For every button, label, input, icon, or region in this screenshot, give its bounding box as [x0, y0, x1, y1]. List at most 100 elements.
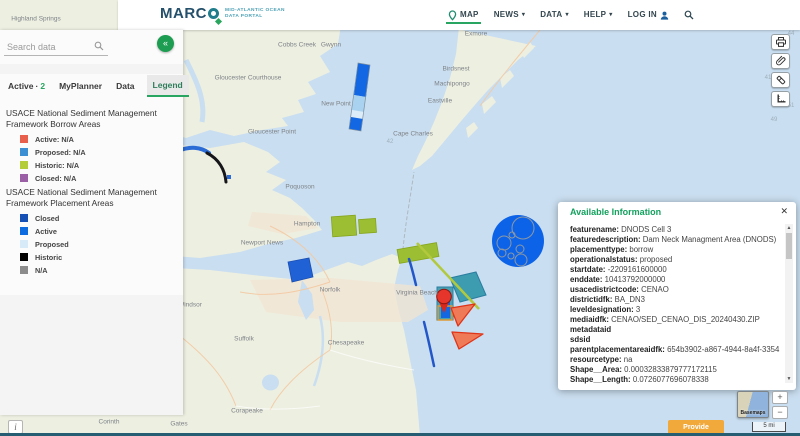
- chevron-down-icon: ▾: [609, 12, 613, 18]
- legend-swatch: [20, 161, 28, 170]
- attribute-row: resourcetype: na: [570, 355, 633, 364]
- attribute-row: operationalstatus: proposed: [570, 255, 673, 264]
- scroll-up-icon[interactable]: ▲: [785, 225, 793, 231]
- close-icon[interactable]: ✕: [780, 206, 788, 217]
- nav-data[interactable]: DATA ▾: [540, 0, 569, 30]
- attribute-row: Shape__Length: 0.0726077696078338: [570, 375, 709, 384]
- tab-myplanner[interactable]: MyPlanner: [57, 76, 104, 96]
- legend-item: Closed: [20, 214, 177, 223]
- legend-swatch: [20, 148, 28, 157]
- erase-button[interactable]: [771, 72, 790, 88]
- legend-section-title: USACE National Sediment Management Frame…: [6, 108, 157, 129]
- info-button[interactable]: i: [8, 420, 23, 434]
- search-icon: [684, 10, 694, 20]
- attribute-row: enddate: 10413792000000: [570, 275, 666, 284]
- sidebar-search-row: Search data «: [0, 30, 183, 64]
- popup-attribute-list: featurename: DNODS Cell 3 featuredescript…: [570, 225, 780, 384]
- tab-data[interactable]: Data: [114, 76, 136, 96]
- popup-scrollbar[interactable]: ▲ ▼: [785, 224, 793, 383]
- attach-button[interactable]: [771, 53, 790, 69]
- nav-map[interactable]: MAP: [446, 0, 481, 30]
- printer-icon: [775, 37, 786, 47]
- tab-legend[interactable]: Legend: [146, 75, 189, 97]
- legend-label: Historic: N/A: [35, 160, 80, 170]
- legend-label: Active: N/A: [35, 134, 74, 144]
- attribute-row: usacedistrictcode: CENAO: [570, 285, 669, 294]
- proposed-placement-circle[interactable]: [492, 215, 544, 267]
- legend-swatch: [20, 174, 28, 183]
- ruler-icon: [777, 94, 785, 103]
- nav-login[interactable]: LOG IN: [628, 0, 669, 30]
- scrollbar-thumb[interactable]: [786, 233, 792, 259]
- legend-swatch: [20, 135, 28, 144]
- available-information-popup: Available Information ✕ featurename: DNO…: [558, 202, 796, 390]
- search-input[interactable]: Search data: [4, 38, 108, 56]
- sidebar-tabs: Active · 2 MyPlanner Data Legend: [0, 74, 189, 98]
- search-icon: [94, 41, 104, 51]
- attribute-row: featurename: DNODS Cell 3: [570, 225, 672, 234]
- scroll-down-icon[interactable]: ▼: [785, 376, 793, 382]
- marco-logo[interactable]: MARC Mid-Atlantic Ocean Data Portal: [160, 5, 285, 22]
- attribute-row: leveldesignation: 3: [570, 305, 641, 314]
- nav-search[interactable]: [684, 0, 694, 30]
- zoom-in-button[interactable]: +: [772, 391, 788, 404]
- map-scale-bar: 5 mi: [752, 422, 786, 432]
- legend-item: Proposed: [20, 240, 177, 249]
- app-window: Highland Springs Cobbs Creek Gwynn Gloucest…: [0, 0, 800, 436]
- logo-subtitle: Mid-Atlantic Ocean Data Portal: [225, 7, 285, 19]
- tab-active[interactable]: Active · 2: [6, 76, 47, 96]
- legend-item: Active: [20, 227, 177, 236]
- small-blue-marker[interactable]: [227, 175, 231, 179]
- basemaps-label: Basemaps: [740, 410, 766, 416]
- basemaps-button[interactable]: Basemaps: [737, 391, 769, 418]
- legend-label: Closed: [35, 213, 60, 223]
- nav-news[interactable]: NEWS ▾: [494, 0, 526, 30]
- eraser-icon: [776, 75, 785, 85]
- main-nav: MAP NEWS ▾ DATA ▾ HELP ▾ LOG IN: [446, 0, 694, 30]
- legend-item: Historic: N/A: [20, 161, 177, 170]
- attribute-row: districtidfk: BA_DN3: [570, 295, 645, 304]
- zoom-out-button[interactable]: −: [772, 406, 788, 419]
- attribute-row: placementtype: borrow: [570, 245, 654, 254]
- attribute-row: featuredescription: Dam Neck Managment A…: [570, 235, 777, 244]
- map-toolbar: [771, 34, 790, 107]
- legend-swatch: [20, 227, 28, 236]
- legend-label: Active: [35, 226, 57, 236]
- legend-label: Proposed: [35, 239, 69, 249]
- user-icon: [660, 11, 669, 20]
- chevron-down-icon: ▾: [521, 12, 526, 18]
- popup-title: Available Information: [570, 207, 662, 217]
- legend-swatch: [20, 240, 28, 249]
- legend-section-title: USACE National Sediment Management Frame…: [6, 186, 157, 208]
- lake-drummond: [262, 374, 279, 391]
- print-button[interactable]: [771, 34, 790, 50]
- logo-text: MARC: [160, 5, 207, 22]
- attribute-row: Shape__Area: 0.00032833879777172115: [570, 365, 717, 374]
- legend-item: Proposed: N/A: [20, 148, 177, 157]
- measure-button[interactable]: [771, 91, 790, 107]
- attribute-row: parentplacementareaidfk: 654b3902-a867-4…: [570, 345, 780, 354]
- legend-item: Active: N/A: [20, 135, 177, 144]
- attribute-row: mediaidfk: CENAO/SED_CENAO_DIS_20240430.…: [570, 315, 760, 324]
- legend-item: Historic: [20, 253, 177, 262]
- legend-label: Proposed: N/A: [35, 147, 86, 157]
- top-header: MARC Mid-Atlantic Ocean Data Portal MAP N…: [118, 0, 800, 30]
- map-pin-icon: [448, 9, 457, 21]
- legend-swatch: [20, 253, 28, 262]
- nav-help[interactable]: HELP ▾: [584, 0, 613, 30]
- legend-item: Closed: N/A: [20, 174, 177, 183]
- sidebar: Search data « Active · 2 MyPlanner Data Le…: [0, 30, 189, 415]
- legend-swatch: [20, 214, 28, 223]
- collapse-sidebar-button[interactable]: «: [157, 35, 174, 52]
- attribute-row: sdsid: [570, 335, 591, 344]
- legend-label: Historic: [35, 252, 63, 262]
- attribute-row: startdate: -2209161600000: [570, 265, 667, 274]
- legend-swatch: [20, 266, 28, 275]
- chevron-down-icon: ▾: [565, 12, 569, 18]
- legend-label: Closed: N/A: [35, 173, 77, 183]
- legend-label: N/A: [35, 265, 48, 275]
- logo-pin-icon: [208, 8, 219, 19]
- paperclip-icon: [775, 55, 785, 66]
- legend-panel: USACE National Sediment Management Frame…: [0, 98, 183, 295]
- attribute-row: metadataid: [570, 325, 612, 334]
